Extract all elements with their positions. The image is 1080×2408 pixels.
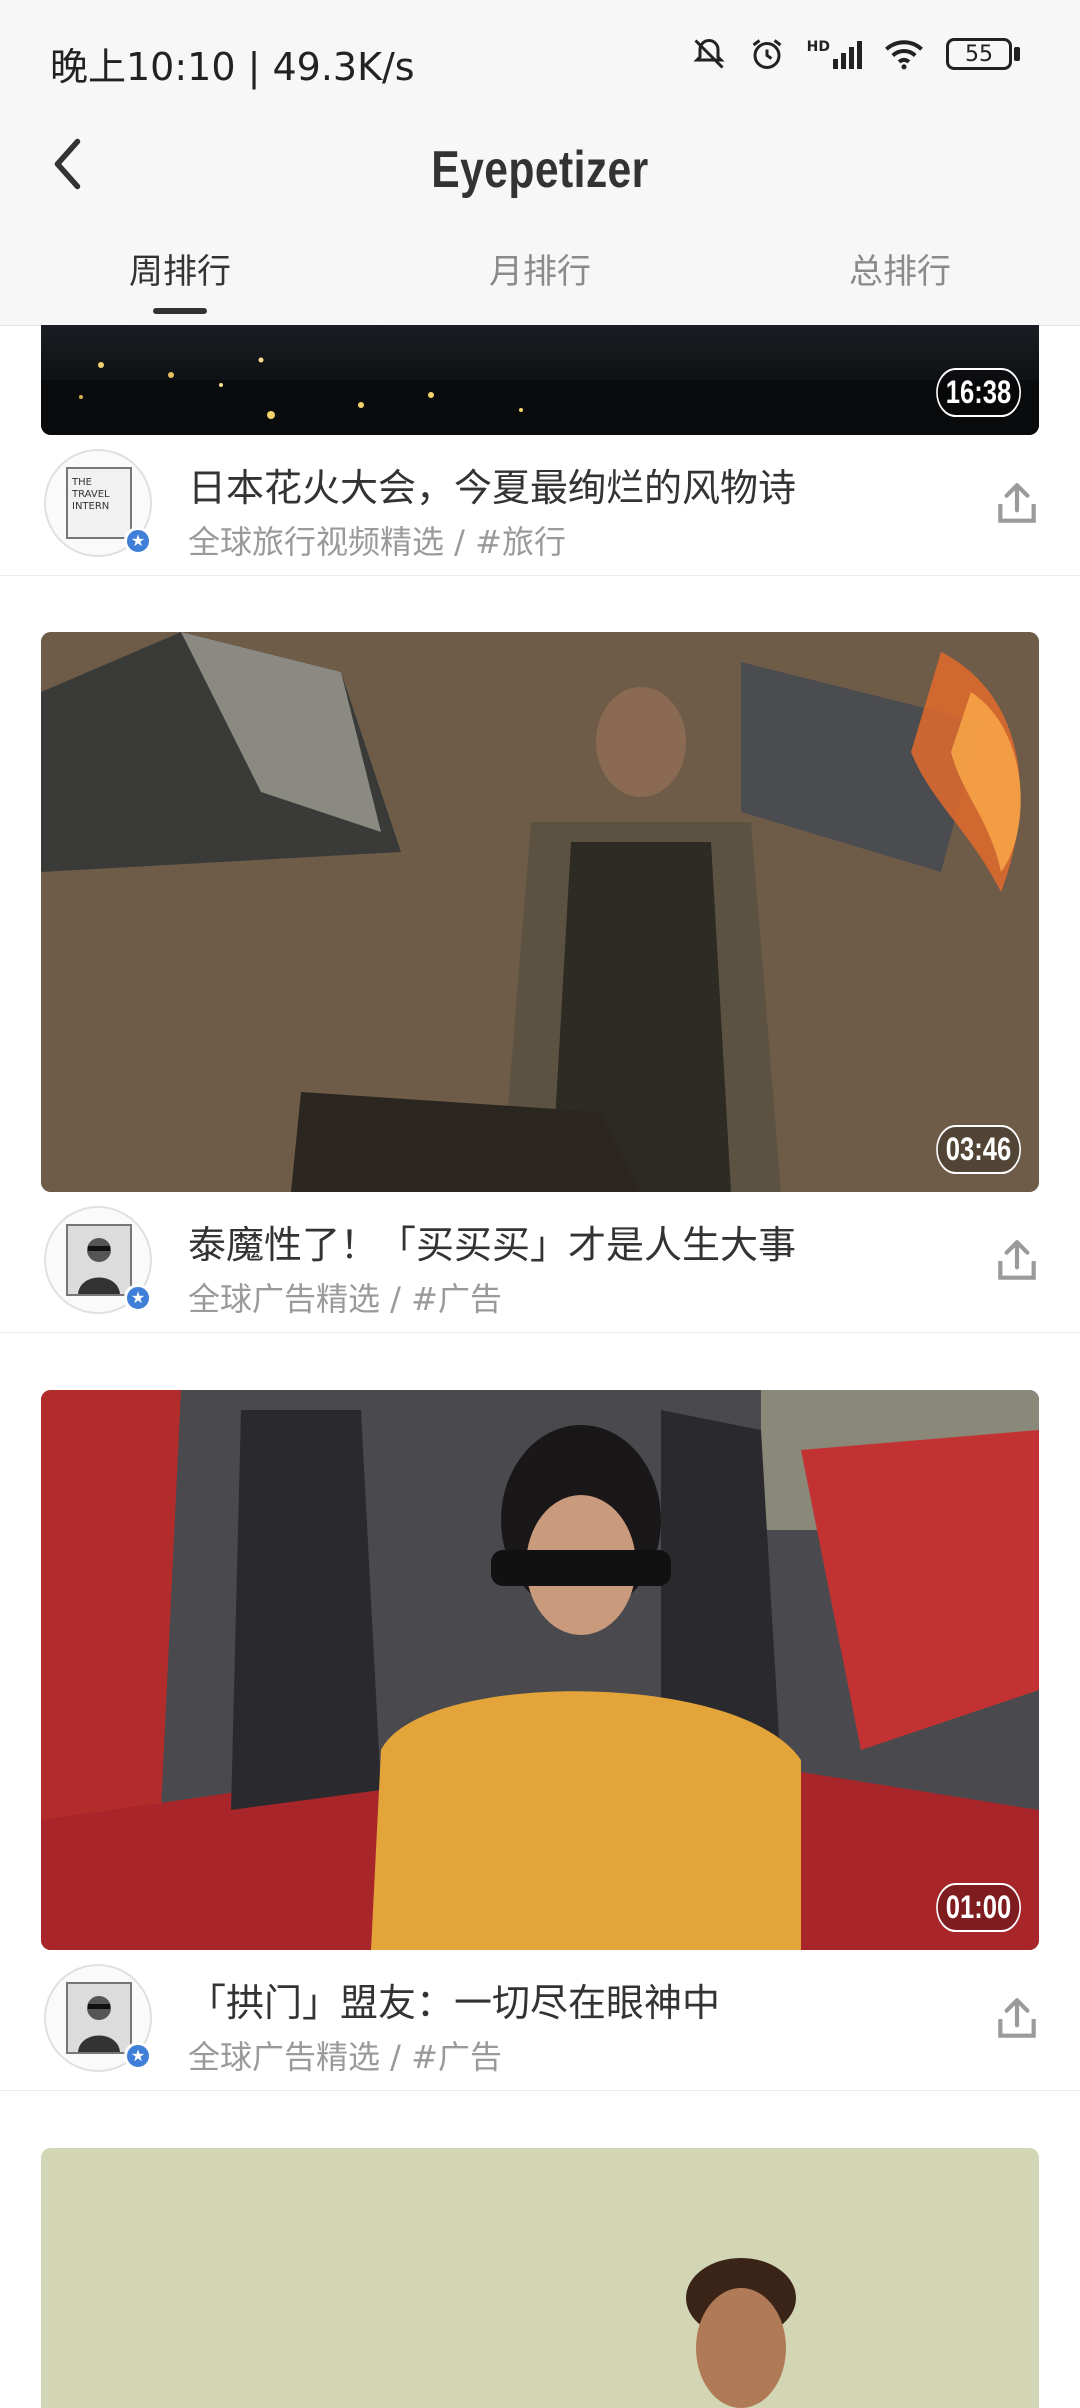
- author-avatar[interactable]: ★: [44, 1206, 152, 1314]
- video-meta: 全球广告精选 / #广告: [188, 2038, 502, 2076]
- avatar-photo: [66, 1982, 132, 2054]
- avatar-logo: THE TRAVEL INTERN: [66, 467, 132, 539]
- video-meta: 全球旅行视频精选 / #旅行: [188, 523, 566, 561]
- tab-monthly[interactable]: 月排行: [360, 240, 720, 324]
- video-title: 日本花火大会，今夏最绚烂的风物诗: [188, 466, 797, 510]
- video-meta: 全球广告精选 / #广告: [188, 1280, 502, 1318]
- tab-label: 月排行: [489, 252, 591, 292]
- tab-bar: 周排行 月排行 总排行: [0, 240, 1080, 324]
- tab-weekly[interactable]: 周排行: [0, 240, 360, 324]
- alarm-icon: [752, 39, 782, 69]
- wifi-icon: [885, 40, 923, 70]
- video-thumbnail[interactable]: 16:38: [41, 325, 1039, 435]
- share-icon[interactable]: [992, 479, 1042, 529]
- duration-badge: 03:46: [936, 1125, 1021, 1174]
- share-icon[interactable]: [992, 1994, 1042, 2044]
- video-thumbnail[interactable]: [41, 2148, 1039, 2408]
- video-info-row[interactable]: THE TRAVEL INTERN ★ 日本花火大会，今夏最绚烂的风物诗 全球旅…: [0, 435, 1080, 576]
- person-avatar-icon: [78, 1996, 120, 2052]
- video-title: 泰魔性了！「买买买」才是人生大事: [188, 1223, 797, 1267]
- video-title: 「拱门」盟友：一切尽在眼神中: [188, 1981, 721, 2025]
- video-thumbnail[interactable]: 03:46: [41, 632, 1039, 1192]
- red-car-thumbnail: [41, 1390, 1039, 1950]
- verified-star-icon: ★: [124, 2042, 152, 2070]
- video-info-row[interactable]: ★ 「拱门」盟友：一切尽在眼神中 全球广告精选 / #广告: [0, 1950, 1080, 2091]
- man-outdoor-thumbnail: [41, 2148, 1039, 2408]
- verified-star-icon: ★: [124, 1284, 152, 1312]
- tab-label: 总排行: [849, 252, 951, 292]
- camping-fire-thumbnail: [41, 632, 1039, 1192]
- status-time-speed: 晚上10:10 | 49.3K/s: [50, 45, 415, 89]
- night-fireworks-thumbnail: [41, 357, 1039, 435]
- tab-indicator: [153, 308, 207, 314]
- status-icons: HD 55: [691, 36, 1020, 72]
- person-avatar-icon: [78, 1238, 120, 1294]
- duration-badge: 16:38: [936, 368, 1021, 417]
- author-avatar[interactable]: THE TRAVEL INTERN ★: [44, 449, 152, 557]
- video-thumbnail[interactable]: 01:00: [41, 1390, 1039, 1950]
- duration-badge: 01:00: [936, 1883, 1021, 1932]
- video-info-row[interactable]: ★ 泰魔性了！「买买买」才是人生大事 全球广告精选 / #广告: [0, 1192, 1080, 1333]
- author-avatar[interactable]: ★: [44, 1964, 152, 2072]
- battery-level: 55: [946, 38, 1012, 70]
- network-label: HD: [806, 39, 830, 55]
- share-icon[interactable]: [992, 1236, 1042, 1286]
- battery-icon: 55: [946, 38, 1020, 70]
- tab-label: 周排行: [129, 252, 231, 292]
- status-bar: 晚上10:10 | 49.3K/s HD 55: [0, 0, 1080, 120]
- avatar-text: THE TRAVEL INTERN: [72, 477, 110, 512]
- signal-icon: HD: [807, 39, 862, 69]
- bell-off-icon: [693, 38, 725, 69]
- tab-total[interactable]: 总排行: [720, 240, 1080, 324]
- avatar-photo: [66, 1224, 132, 1296]
- page-title: Eyepetizer: [431, 141, 649, 199]
- back-icon[interactable]: [40, 134, 100, 194]
- verified-star-icon: ★: [124, 527, 152, 555]
